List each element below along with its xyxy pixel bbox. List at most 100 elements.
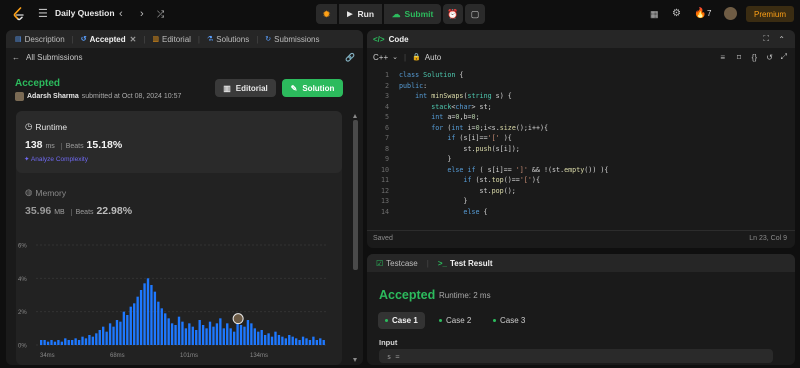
editorial-button[interactable]: ▥ Editorial	[215, 79, 276, 97]
distribution-bar[interactable]	[322, 340, 325, 345]
distribution-bar[interactable]	[284, 338, 287, 345]
code-line[interactable]: else if ( s[i]== ']' && !(st.empty()) ){	[399, 165, 608, 176]
tab-test-result[interactable]: >_ Test Result	[435, 259, 496, 268]
scroll-thumb[interactable]	[353, 120, 358, 270]
code-line[interactable]: st.push(s[i]);	[399, 144, 608, 155]
distribution-bar[interactable]	[105, 331, 108, 345]
tab-submissions[interactable]: ↻ Submissions	[262, 35, 322, 44]
distribution-bar[interactable]	[246, 320, 250, 345]
code-line[interactable]: else {	[399, 207, 608, 218]
distribution-bar[interactable]	[308, 340, 312, 345]
submit-button[interactable]: ☁ Submit	[384, 4, 442, 24]
premium-button[interactable]: Premium	[746, 6, 794, 22]
distribution-bar[interactable]	[239, 325, 243, 345]
post-solution-button[interactable]: ✎ Solution	[282, 79, 343, 97]
format-icon[interactable]: ≡	[720, 53, 725, 62]
distribution-bar[interactable]	[263, 335, 267, 345]
distribution-bar[interactable]	[77, 340, 81, 345]
shuffle-icon[interactable]: ⤮	[157, 7, 164, 21]
distribution-bar[interactable]	[184, 328, 188, 345]
reset-icon[interactable]: ↺	[766, 53, 773, 62]
distribution-bar[interactable]	[136, 296, 139, 345]
link-icon[interactable]: 🔗	[345, 53, 355, 62]
memory-header[interactable]: ◍ Memory	[25, 187, 66, 198]
code-line[interactable]: }	[399, 154, 608, 165]
distribution-bar[interactable]	[174, 325, 177, 345]
distribution-bar[interactable]	[191, 326, 194, 345]
your-submission-marker[interactable]	[232, 313, 244, 325]
distribution-bar[interactable]	[181, 321, 184, 345]
distribution-bar[interactable]	[243, 326, 246, 345]
scroll-up-icon[interactable]	[353, 114, 357, 118]
code-editor[interactable]: 1 2 3 4 5 6 7 8 9 10 11 12 13 14 class Solution {publ…	[367, 66, 795, 248]
case-2-tab[interactable]: Case 2	[432, 312, 478, 329]
distribution-bar[interactable]	[164, 313, 167, 345]
distribution-bar[interactable]	[215, 323, 219, 345]
expand-icon[interactable]: ⤢	[781, 52, 787, 62]
distribution-bar[interactable]	[157, 301, 160, 345]
chevron-right-icon[interactable]: ›	[140, 7, 144, 21]
distribution-bar[interactable]	[40, 340, 43, 345]
code-line[interactable]: int minSwaps(string s) {	[399, 91, 608, 102]
distribution-bar[interactable]	[267, 333, 270, 345]
distribution-bar[interactable]	[50, 340, 53, 345]
debug-button[interactable]: ✹	[316, 4, 338, 24]
distribution-bar[interactable]	[274, 331, 277, 345]
distribution-bar[interactable]	[222, 328, 225, 345]
distribution-bar[interactable]	[91, 336, 95, 345]
distribution-bar[interactable]	[57, 340, 60, 345]
arrow-left-icon[interactable]: ←	[12, 53, 20, 62]
chevron-left-icon[interactable]: ‹	[119, 7, 123, 21]
distribution-bar[interactable]	[298, 340, 301, 345]
distribution-bar[interactable]	[281, 336, 284, 345]
distribution-bar[interactable]	[277, 335, 281, 345]
distribution-bar[interactable]	[160, 308, 163, 345]
scrollbar[interactable]	[353, 114, 358, 362]
distribution-bar[interactable]	[119, 321, 122, 345]
code-line[interactable]: public:	[399, 81, 608, 92]
runtime-card[interactable]: ◷ Runtime 138 ms Beats 15.18% ✦ Analyze …	[16, 111, 342, 173]
distribution-bar[interactable]	[232, 331, 236, 345]
leetcode-logo-icon[interactable]	[12, 7, 26, 21]
tab-description[interactable]: ▤ Description	[12, 35, 68, 44]
distribution-bar[interactable]	[291, 336, 294, 345]
user-name[interactable]: Adarsh Sharma	[27, 93, 79, 100]
code-line[interactable]: }	[399, 196, 608, 207]
all-submissions-link[interactable]: All Submissions	[26, 53, 82, 62]
distribution-bar[interactable]	[294, 338, 298, 345]
distribution-bar[interactable]	[129, 306, 132, 345]
run-button[interactable]: ▶ Run	[339, 4, 383, 24]
case-1-tab[interactable]: Case 1	[378, 312, 425, 329]
timer-button[interactable]: ⏰	[443, 4, 463, 24]
distribution-bar[interactable]	[229, 328, 232, 345]
distribution-bar[interactable]	[270, 336, 274, 345]
distribution-bar[interactable]	[60, 341, 64, 345]
code-line[interactable]: if (s[i]=='[' ){	[399, 133, 608, 144]
collapse-icon[interactable]: ⌃	[778, 35, 785, 44]
analyze-complexity-link[interactable]: ✦ Analyze Complexity	[24, 155, 88, 163]
tab-testcase[interactable]: ☑ Testcase	[373, 259, 421, 268]
problem-list-icon[interactable]: ☰	[38, 7, 48, 21]
code-lines[interactable]: class Solution {public: int minSwaps(str…	[399, 70, 608, 217]
distribution-bar[interactable]	[108, 323, 112, 345]
distribution-bar[interactable]	[150, 285, 153, 345]
distribution-bar[interactable]	[53, 341, 57, 345]
braces-icon[interactable]: {}	[752, 53, 757, 62]
distribution-bar[interactable]	[84, 338, 88, 345]
distribution-bar[interactable]	[126, 315, 129, 345]
distribution-bar[interactable]	[201, 325, 205, 345]
distribution-bar[interactable]	[212, 326, 215, 345]
distribution-bar[interactable]	[250, 323, 253, 345]
distribution-bar[interactable]	[226, 323, 229, 345]
tab-editorial[interactable]: ▥ Editorial	[149, 35, 194, 44]
distribution-bar[interactable]	[98, 330, 101, 345]
distribution-bar[interactable]	[115, 320, 119, 345]
runtime-distribution-chart[interactable]: 6% 4% 2% 0% 34ms 68ms 101ms 134ms	[16, 241, 342, 365]
scroll-down-icon[interactable]	[353, 358, 357, 362]
distribution-bar[interactable]	[198, 320, 201, 345]
layout-icon[interactable]: ▦	[650, 7, 659, 21]
notes-button[interactable]: ▢	[465, 4, 485, 24]
case-3-tab[interactable]: Case 3	[486, 312, 532, 329]
code-line[interactable]: for (int i=0;i<s.size();i++){	[399, 123, 608, 134]
distribution-bar[interactable]	[288, 335, 291, 345]
